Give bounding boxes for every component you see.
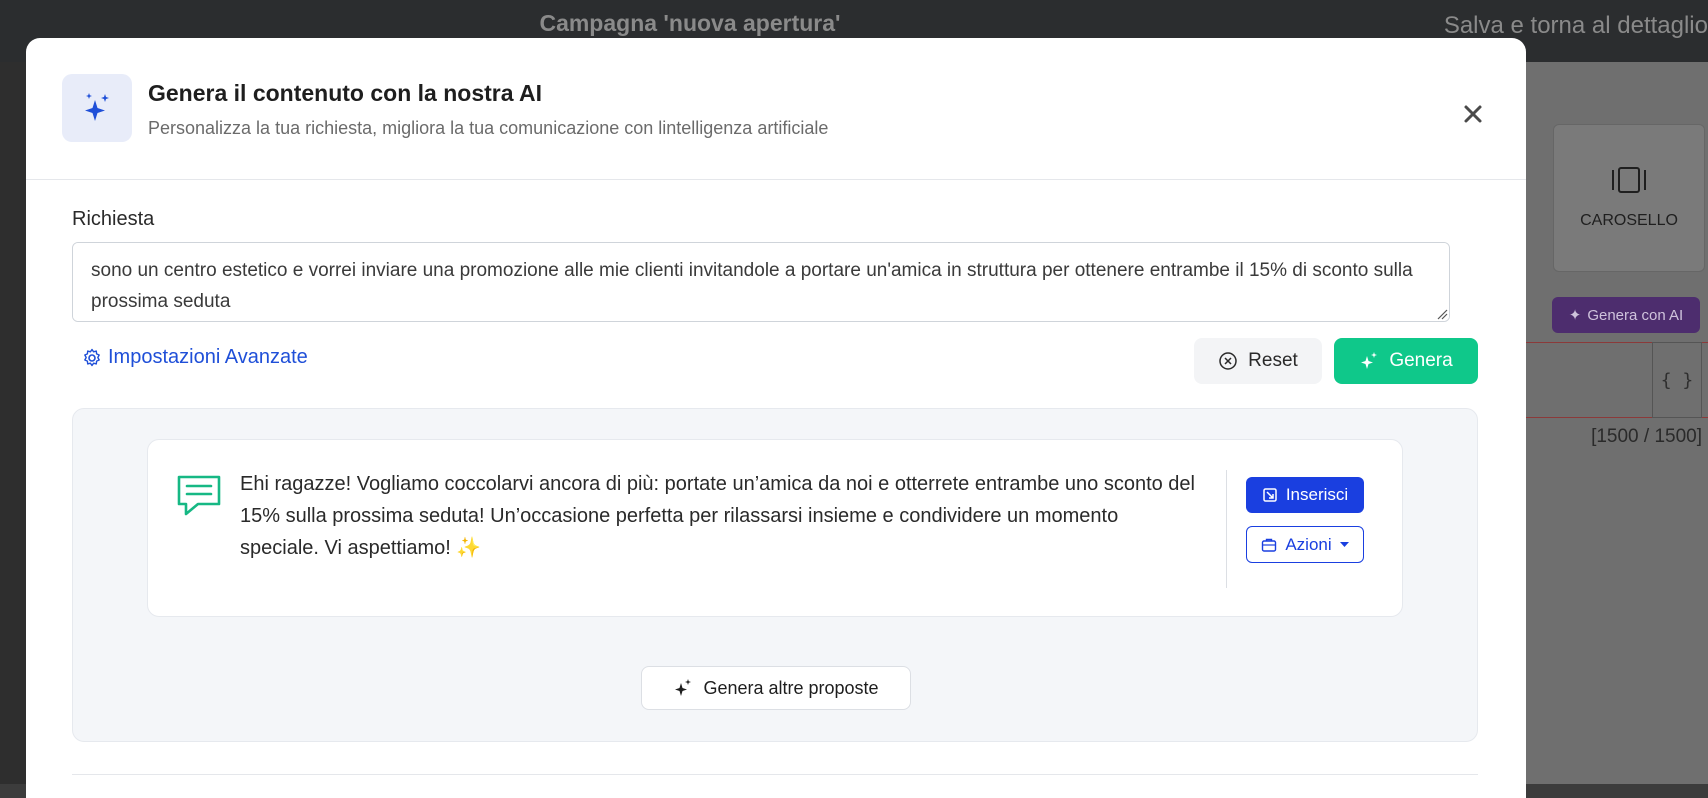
actions-label: Azioni (1285, 534, 1332, 554)
modal-header: Genera il contenuto con la nostra AI Per… (26, 38, 1526, 180)
close-icon (1464, 105, 1482, 123)
generate-more-label: Genera altre proposte (703, 677, 879, 698)
sparkle-icon: ✦ (1568, 307, 1582, 324)
proposal-card: Ehi ragazze! Vogliamo coccolarvi ancora … (147, 439, 1403, 617)
insert-label: Inserisci (1285, 485, 1349, 504)
sparkles-icon (675, 679, 692, 696)
header-icon-box (62, 74, 132, 142)
save-and-back-link[interactable]: Salva e torna al dettaglio (1444, 12, 1708, 40)
modal-subtitle: Personalizza la tua richiesta, migliora … (148, 118, 829, 138)
results-panel: Ehi ragazze! Vogliamo coccolarvi ancora … (72, 408, 1478, 742)
background-ai-button-label: Genera con AI (1587, 306, 1684, 324)
sparkles-icon (85, 93, 109, 121)
ai-generate-modal: Genera il contenuto con la nostra AI Per… (26, 38, 1526, 798)
actions-dropdown[interactable]: Azioni (1246, 526, 1364, 563)
insert-icon (1263, 488, 1277, 502)
request-label: Richiesta (72, 208, 155, 230)
circle-x-icon (1219, 352, 1237, 370)
footer-divider (72, 774, 1478, 775)
sparkles-icon (1361, 352, 1378, 369)
variables-button[interactable]: { } (1652, 342, 1702, 418)
close-button[interactable] (1458, 99, 1488, 129)
request-textarea[interactable]: sono un centro estetico e vorrei inviare… (72, 242, 1450, 322)
gear-icon (84, 348, 100, 366)
caret-down-icon (1339, 541, 1349, 547)
divider (1226, 470, 1227, 588)
insert-button[interactable]: Inserisci (1246, 477, 1364, 513)
campaign-title: Campagna 'nuova apertura' (539, 10, 841, 36)
generate-more-button[interactable]: Genera altre proposte (641, 666, 911, 710)
background-ai-button[interactable]: ✦ Genera con AI (1552, 297, 1700, 333)
generate-button[interactable]: Genera (1334, 338, 1478, 384)
briefcase-icon (1262, 538, 1277, 552)
reset-label: Reset (1248, 350, 1298, 371)
modal-title: Genera il contenuto con la nostra AI (148, 80, 543, 106)
carousel-label: CAROSELLO (1580, 212, 1678, 229)
carousel-icon (1612, 167, 1646, 193)
generate-label: Genera (1389, 350, 1453, 371)
advanced-settings-link[interactable]: Impostazioni Avanzate (82, 346, 308, 369)
reset-button[interactable]: Reset (1194, 338, 1322, 384)
advanced-settings-label: Impostazioni Avanzate (108, 346, 308, 368)
carousel-card[interactable]: CAROSELLO (1553, 124, 1705, 272)
background-left-strip (0, 62, 26, 784)
char-counter: [1500 / 1500] (1591, 426, 1702, 447)
proposal-text: Ehi ragazze! Vogliamo coccolarvi ancora … (240, 473, 1195, 559)
message-icon (177, 475, 221, 516)
resize-handle-icon[interactable] (1436, 308, 1448, 320)
